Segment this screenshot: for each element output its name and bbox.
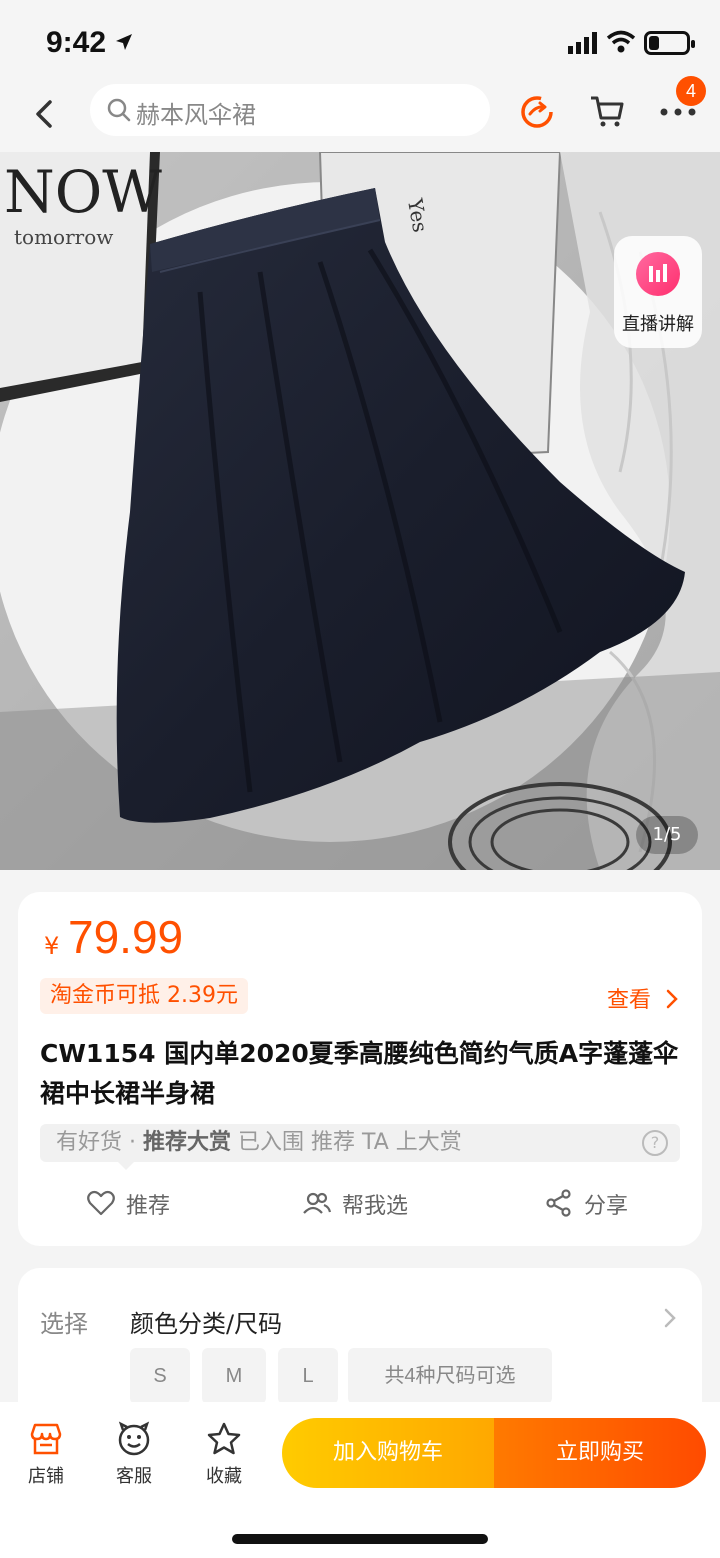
live-icon xyxy=(636,252,680,296)
product-title: CW1154 国内单2020夏季高腰纯色简约气质A字蓬蓬伞裙中长裙半身裙 xyxy=(40,1039,679,1108)
share-live-icon[interactable] xyxy=(518,92,556,130)
coin-discount-tag: 淘金币可抵 2.39元 xyxy=(40,978,248,1014)
tab-shop[interactable]: 店铺 xyxy=(6,1420,86,1488)
search-icon xyxy=(107,98,131,122)
recommend-button[interactable]: 推荐 xyxy=(86,1182,206,1226)
status-time: 9:42 xyxy=(46,26,107,59)
share-label: 分享 xyxy=(584,1194,629,1219)
size-chip-m[interactable]: M xyxy=(202,1348,266,1404)
buy-now-button[interactable]: 立即购买 xyxy=(494,1418,706,1488)
signal-icon xyxy=(568,32,597,54)
service-icon xyxy=(118,1421,150,1456)
select-value: 颜色分类/尺码 xyxy=(130,1310,283,1338)
cart-badge: 4 xyxy=(676,76,706,106)
print-now: NOW xyxy=(4,158,162,226)
currency-symbol: ¥ xyxy=(44,932,60,960)
product-image-carousel[interactable]: NOW tomorrow Yes 直播讲解 1/5 xyxy=(0,152,720,870)
product-price: 79.99 xyxy=(68,911,184,963)
share-button[interactable]: 分享 xyxy=(544,1182,664,1226)
product-photo: NOW tomorrow Yes xyxy=(0,152,720,870)
promo-banner[interactable]: 有好货 · 推荐大赏 已入围 推荐 TA 上大赏 ? xyxy=(40,1124,680,1162)
promo-strong: 推荐大赏 xyxy=(142,1130,231,1155)
status-bar: 9:42 xyxy=(0,0,720,84)
size-more-chip[interactable]: 共4种尺码可选 xyxy=(348,1348,552,1404)
view-link[interactable]: 查看 xyxy=(607,982,680,1014)
bottom-action-bar: 店铺 客服 收藏 加入购物车 立即购买 xyxy=(0,1402,720,1558)
help-icon[interactable]: ? xyxy=(642,1130,668,1156)
tab-service[interactable]: 客服 xyxy=(94,1420,174,1488)
star-icon xyxy=(207,1422,241,1455)
live-label: 直播讲解 xyxy=(622,314,694,335)
cart-icon[interactable] xyxy=(588,92,626,130)
tab-service-label: 客服 xyxy=(116,1466,152,1487)
people-icon xyxy=(303,1192,332,1214)
recommend-label: 推荐 xyxy=(126,1194,171,1219)
promo-suffix: 已入围 推荐 TA 上大赏 xyxy=(231,1130,462,1155)
select-label: 选择 xyxy=(40,1310,88,1338)
home-indicator xyxy=(232,1534,488,1544)
tab-favorite-label: 收藏 xyxy=(206,1466,242,1487)
size-chip-l[interactable]: L xyxy=(278,1348,338,1404)
sku-selection-card[interactable]: 选择 颜色分类/尺码 S M L 共4种尺码可选 xyxy=(18,1268,702,1418)
promo-prefix: 有好货 · xyxy=(56,1130,143,1155)
view-link-label: 查看 xyxy=(606,988,651,1013)
search-input[interactable]: 赫本风伞裙 xyxy=(90,84,490,136)
heart-icon xyxy=(87,1190,115,1216)
tab-shop-label: 店铺 xyxy=(28,1466,64,1487)
help-me-choose-button[interactable]: 帮我选 xyxy=(302,1182,442,1226)
product-info-card: ¥ 79.99 淘金币可抵 2.39元 查看 CW1154 国内单2020夏季高… xyxy=(18,892,702,1246)
help-me-choose-label: 帮我选 xyxy=(342,1194,409,1219)
share-icon xyxy=(546,1189,571,1217)
product-actions: 推荐 帮我选 分享 xyxy=(18,1182,702,1226)
back-icon[interactable] xyxy=(30,96,60,132)
chevron-right-icon xyxy=(666,989,678,1009)
chevron-right-icon xyxy=(664,1308,676,1328)
live-explain-button[interactable]: 直播讲解 xyxy=(614,236,702,348)
location-arrow-icon xyxy=(116,34,132,50)
top-nav: 赫本风伞裙 4 xyxy=(0,76,720,152)
size-chip-s[interactable]: S xyxy=(130,1348,190,1404)
promo-pointer xyxy=(116,1160,136,1170)
search-placeholder: 赫本风伞裙 xyxy=(136,101,256,129)
print-tomorrow: tomorrow xyxy=(14,225,113,249)
battery-icon xyxy=(644,31,695,55)
tab-favorite[interactable]: 收藏 xyxy=(184,1420,264,1488)
image-counter: 1/5 xyxy=(636,816,698,854)
add-to-cart-button[interactable]: 加入购物车 xyxy=(282,1418,494,1488)
wifi-icon xyxy=(606,30,636,53)
shop-icon xyxy=(30,1423,62,1455)
